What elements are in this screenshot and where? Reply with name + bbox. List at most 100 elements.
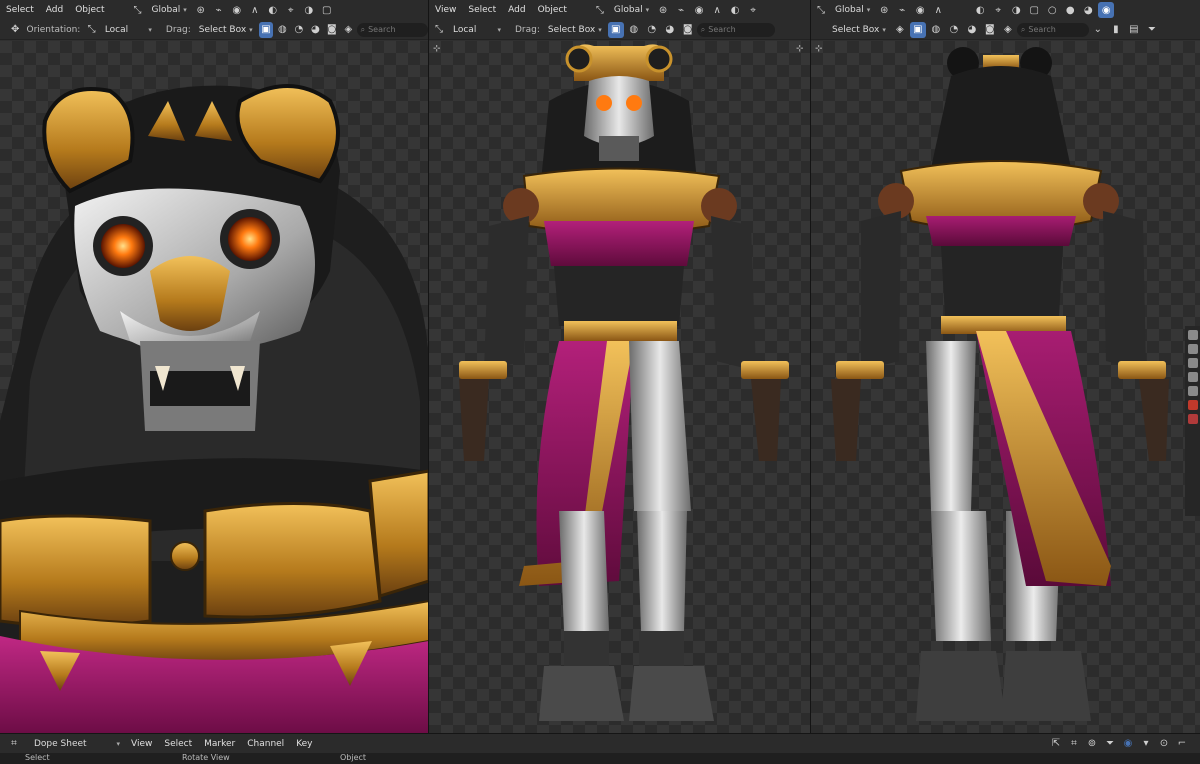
- visibility-icon[interactable]: ◐: [727, 2, 743, 18]
- drag-label: Drag:: [165, 24, 191, 35]
- viewport-middle[interactable]: View Select Add Object ⤡ Global ▾ ⊛ ⌁ ◉ ∧…: [429, 0, 811, 733]
- drag-dropdown[interactable]: Select Box ▾: [194, 22, 258, 38]
- world-properties-icon[interactable]: [1187, 400, 1198, 410]
- dopesheet-filter-icon[interactable]: ◉: [1120, 736, 1136, 752]
- viewport-left[interactable]: Select Add Object ⤡ Global ▾ ⊛ ⌁ ◉ ∧ ◐ ⌖ …: [0, 0, 429, 733]
- falloff-icon[interactable]: ∧: [709, 2, 725, 18]
- menu-marker[interactable]: Marker: [198, 739, 241, 749]
- gizmo-icon[interactable]: ⌖: [990, 2, 1006, 18]
- dope-sheet-mode-dropdown[interactable]: Dope Sheet ▾: [29, 736, 125, 752]
- move-gizmo-icon[interactable]: ✥: [8, 22, 22, 38]
- menu-view[interactable]: View: [429, 5, 462, 15]
- select-invert-icon[interactable]: ◕: [662, 22, 678, 38]
- output-properties-icon[interactable]: [1187, 358, 1198, 368]
- scene-properties-icon[interactable]: [1187, 386, 1198, 396]
- solid-shading-icon[interactable]: ●: [1062, 2, 1078, 18]
- funnel-icon[interactable]: ⏷: [1144, 22, 1160, 38]
- select-subtract-icon[interactable]: ◔: [644, 22, 660, 38]
- render-icon[interactable]: ◈: [892, 22, 908, 38]
- xray-icon[interactable]: ▢: [1026, 2, 1042, 18]
- transform-orientation-dropdown[interactable]: Global ▾: [830, 2, 875, 18]
- sync-icon[interactable]: ⌐: [1174, 736, 1190, 752]
- viewport-canvas[interactable]: [0, 41, 428, 733]
- material-shading-icon[interactable]: ◕: [1080, 2, 1096, 18]
- select-mode-icon[interactable]: ▣: [909, 21, 926, 38]
- menu-channel[interactable]: Channel: [241, 739, 290, 749]
- overlay-icon[interactable]: ◑: [1008, 2, 1024, 18]
- overlay-icon[interactable]: ◑: [301, 2, 317, 18]
- select-intersect-icon[interactable]: ◙: [982, 22, 998, 38]
- select-extend-icon[interactable]: ◍: [626, 22, 642, 38]
- select-invert-icon[interactable]: ◕: [964, 22, 980, 38]
- select-intersect-icon[interactable]: ◙: [680, 22, 696, 38]
- tool-tab-icon[interactable]: [1187, 330, 1198, 340]
- proportional-edit-icon[interactable]: ◉: [229, 2, 245, 18]
- menu-add[interactable]: Add: [502, 5, 531, 15]
- snap-icon[interactable]: ⌁: [673, 2, 689, 18]
- falloff-icon[interactable]: ∧: [247, 2, 263, 18]
- drag-dropdown[interactable]: Select Box ▾: [543, 22, 607, 38]
- expand-icon[interactable]: ⌄: [1090, 22, 1106, 38]
- select-mode-icon[interactable]: ▣: [258, 21, 274, 38]
- chevron-down-icon[interactable]: ▾: [1138, 736, 1154, 752]
- search-input[interactable]: ⌕ Search: [696, 22, 775, 37]
- select-subtract-icon[interactable]: ◔: [946, 22, 962, 38]
- gizmo-icon[interactable]: ⌖: [745, 2, 761, 18]
- menu-select[interactable]: Select: [158, 739, 198, 749]
- snap-frames-icon[interactable]: ⌗: [1066, 736, 1082, 752]
- funnel-icon[interactable]: ⏷: [1102, 736, 1118, 752]
- menu-add[interactable]: Add: [40, 5, 69, 15]
- viewport-right[interactable]: ⤡ Global ▾ ⊛ ⌁ ◉ ∧ ◐ ⌖ ◑ ▢ ○ ● ◕ ◉ Select…: [811, 0, 1200, 733]
- menu-key[interactable]: Key: [290, 739, 318, 749]
- select-invert-icon[interactable]: ◕: [308, 22, 322, 38]
- snap-icon[interactable]: ⌁: [894, 2, 910, 18]
- proportional-edit-icon[interactable]: ◉: [912, 2, 928, 18]
- orientation-dropdown[interactable]: Local ▾: [448, 22, 506, 38]
- status-rotate-view: Rotate View: [182, 753, 230, 762]
- chevron-down-icon: ▾: [183, 6, 187, 14]
- menu-object[interactable]: Object: [532, 5, 573, 15]
- pivot-icon[interactable]: ⊛: [193, 2, 209, 18]
- editor-type-icon[interactable]: ⌗: [6, 736, 22, 752]
- select-subtract-icon[interactable]: ◔: [292, 22, 306, 38]
- menu-select[interactable]: Select: [0, 5, 40, 15]
- select-intersect-icon[interactable]: ◙: [325, 22, 339, 38]
- render-properties-icon[interactable]: [1187, 344, 1198, 354]
- xray-icon[interactable]: ▢: [319, 2, 335, 18]
- viewport-canvas[interactable]: ⊹ ⊹: [429, 41, 810, 733]
- transform-orientation-dropdown[interactable]: Global ▾: [147, 2, 192, 18]
- select-mode-icon[interactable]: ▣: [607, 21, 624, 38]
- properties-sidebar[interactable]: [1185, 326, 1200, 516]
- menu-select[interactable]: Select: [462, 5, 502, 15]
- render-preview-icon[interactable]: ◈: [1000, 22, 1016, 38]
- visibility-icon[interactable]: ◐: [265, 2, 281, 18]
- transform-orientation-dropdown[interactable]: Global ▾: [609, 2, 654, 18]
- overlay-icon[interactable]: ⊙: [1156, 736, 1172, 752]
- wireframe-shading-icon[interactable]: ○: [1044, 2, 1060, 18]
- pivot-icon[interactable]: ⊛: [876, 2, 892, 18]
- layout-icon[interactable]: ▤: [1126, 22, 1142, 38]
- search-input[interactable]: ⌕ Search: [1016, 22, 1089, 37]
- viewport-canvas[interactable]: ⊹: [811, 41, 1200, 733]
- menu-object[interactable]: Object: [69, 5, 110, 15]
- snap-icon[interactable]: ⌁: [211, 2, 227, 18]
- gizmo-icon[interactable]: ⌖: [283, 2, 299, 18]
- proportional-edit-icon[interactable]: ◉: [691, 2, 707, 18]
- proportional-icon[interactable]: ⊚: [1084, 736, 1100, 752]
- menu-view[interactable]: View: [125, 739, 158, 749]
- texture-properties-icon[interactable]: [1187, 414, 1198, 424]
- drag-dropdown[interactable]: Select Box ▾: [827, 22, 891, 38]
- search-placeholder: Search: [708, 25, 736, 34]
- view-layer-icon[interactable]: [1187, 372, 1198, 382]
- select-extend-icon[interactable]: ◍: [275, 22, 289, 38]
- cursor-icon[interactable]: ⇱: [1048, 736, 1064, 752]
- visibility-icon[interactable]: ◐: [972, 2, 988, 18]
- pivot-icon[interactable]: ⊛: [655, 2, 671, 18]
- select-extend-icon[interactable]: ◍: [928, 22, 944, 38]
- orientation-dropdown[interactable]: Local ▾: [100, 22, 157, 38]
- search-input[interactable]: ⌕ Search: [356, 22, 428, 37]
- falloff-icon[interactable]: ∧: [930, 2, 946, 18]
- rendered-shading-icon[interactable]: ◉: [1098, 2, 1115, 18]
- bookmark-icon[interactable]: ▮: [1108, 22, 1124, 38]
- render-icon[interactable]: ◈: [341, 22, 355, 38]
